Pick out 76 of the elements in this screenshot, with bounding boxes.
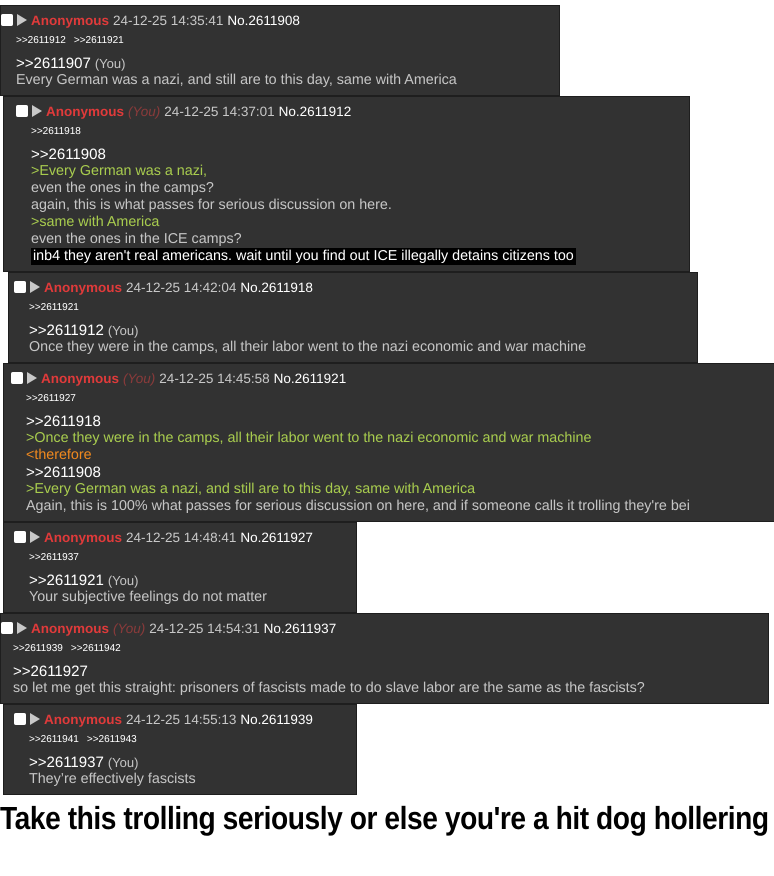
- quote-link[interactable]: >>2611918: [26, 413, 101, 430]
- post-text: Your subjective feelings do not matter: [29, 589, 267, 606]
- checkbox[interactable]: [16, 105, 28, 117]
- poster-name: Anonymous: [31, 12, 110, 28]
- quote-link[interactable]: >>2611937: [29, 754, 104, 771]
- post-date: 24-12-25 14:42:04: [126, 280, 236, 294]
- poster-name: Anonymous: [44, 530, 122, 544]
- post-text: Once they were in the camps, all their labor went to the nazi economic and war machine: [29, 339, 586, 356]
- checkbox[interactable]: [11, 372, 23, 384]
- expand-arrow-icon[interactable]: [17, 14, 27, 26]
- post-date: 24-12-25 14:35:41: [113, 12, 224, 28]
- you-marker: (You): [108, 322, 138, 339]
- expand-arrow-icon[interactable]: [30, 713, 40, 725]
- post-date: 24-12-25 14:37:01: [164, 104, 275, 118]
- backlink[interactable]: >>2611921: [29, 302, 79, 312]
- caption: Take this trolling seriously or else you're a hit dog hollering: [0, 799, 769, 837]
- post-number[interactable]: No.2611927: [240, 530, 313, 544]
- expand-arrow-icon[interactable]: [32, 105, 42, 117]
- poster-name: Anonymous: [31, 620, 110, 636]
- greentext-line: >Every German was a nazi,: [31, 163, 208, 180]
- post-text: Every German was a nazi, and still are to this day, same with America: [16, 72, 457, 89]
- checkbox[interactable]: [1, 622, 13, 634]
- backlink[interactable]: >>2611942: [70, 642, 121, 654]
- you-label: (You): [123, 370, 156, 386]
- backlink[interactable]: >>2611937: [29, 552, 79, 562]
- backlink[interactable]: >>2611918: [31, 126, 81, 136]
- greentext-line: >same with America: [31, 214, 160, 231]
- post-text: again, this is what passes for serious discussion on here.: [31, 197, 392, 214]
- post-number[interactable]: No.2611912: [278, 104, 352, 118]
- checkbox[interactable]: [14, 531, 26, 543]
- you-label: (You): [128, 104, 160, 118]
- post-text: so let me get this straight: prisoners of fascists made to do slave labor are the same as the fascists?: [13, 680, 645, 697]
- quote-link[interactable]: >>2611908: [26, 464, 101, 481]
- post-date: 24-12-25 14:45:58: [159, 370, 270, 386]
- you-label: (You): [113, 620, 146, 636]
- post-date: 24-12-25 14:48:41: [126, 530, 236, 544]
- backlink[interactable]: >>2611941: [29, 734, 79, 744]
- poster-name: Anonymous: [46, 104, 124, 118]
- checkbox[interactable]: [14, 281, 26, 293]
- post-number[interactable]: No.2611918: [240, 280, 313, 294]
- you-marker: (You): [108, 572, 138, 589]
- post-date: 24-12-25 14:55:13: [126, 712, 236, 726]
- greentext-line: >Every German was a nazi, and still are to this day, same with America: [26, 481, 476, 498]
- post-number[interactable]: No.2611937: [264, 620, 336, 636]
- quote-link[interactable]: >>2611927: [13, 663, 88, 680]
- orangetext-line: <therefore: [26, 447, 92, 464]
- quote-link[interactable]: >>2611921: [29, 572, 104, 589]
- poster-name: Anonymous: [44, 280, 122, 294]
- expand-arrow-icon[interactable]: [30, 281, 40, 293]
- post-date: 24-12-25 14:54:31: [149, 620, 260, 636]
- quote-link[interactable]: >>2611908: [31, 146, 106, 163]
- post-text: even the ones in the ICE camps?: [31, 231, 242, 248]
- post-text: even the ones in the camps?: [31, 180, 214, 197]
- backlink[interactable]: >>2611912: [16, 34, 66, 46]
- checkbox[interactable]: [1, 14, 13, 26]
- greentext-line: >Once they were in the camps, all their labor went to the nazi economic and war machine: [26, 430, 592, 447]
- you-marker: (You): [94, 55, 126, 72]
- backlink[interactable]: >>2611939: [13, 642, 63, 654]
- poster-name: Anonymous: [41, 370, 120, 386]
- quote-link[interactable]: >>2611912: [29, 322, 104, 339]
- backlink[interactable]: >>2611921: [74, 34, 124, 46]
- post-text: They’re effectively fascists: [29, 771, 196, 788]
- you-marker: (You): [108, 754, 138, 771]
- backlink[interactable]: >>2611943: [86, 734, 137, 744]
- expand-arrow-icon[interactable]: [30, 531, 40, 543]
- highlighted-text: inb4 they aren't real americans. wait until you find out ICE illegally detains citizens too: [31, 248, 576, 265]
- backlink[interactable]: >>2611927: [26, 392, 76, 404]
- post-number[interactable]: No.2611908: [227, 12, 300, 28]
- poster-name: Anonymous: [44, 712, 122, 726]
- post-number[interactable]: No.2611921: [274, 370, 346, 386]
- post-number[interactable]: No.2611939: [240, 712, 313, 726]
- expand-arrow-icon[interactable]: [17, 622, 27, 634]
- checkbox[interactable]: [14, 713, 26, 725]
- expand-arrow-icon[interactable]: [27, 372, 37, 384]
- quote-link[interactable]: >>2611907: [16, 55, 91, 72]
- post-text: Again, this is 100% what passes for serious discussion on here, and if someone calls it trolling they're bei: [26, 498, 690, 515]
